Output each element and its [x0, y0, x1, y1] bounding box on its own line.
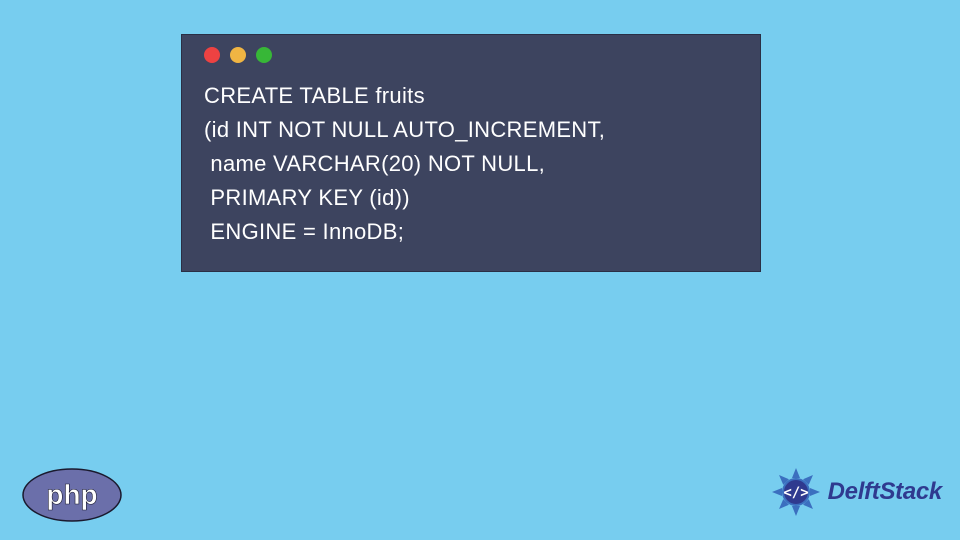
code-window: CREATE TABLE fruits (id INT NOT NULL AUT… [181, 34, 761, 272]
window-maximize-icon [256, 47, 272, 63]
svg-text:</>: </> [783, 485, 808, 501]
window-traffic-lights [182, 35, 760, 71]
delftstack-brand-text: DelftStack [828, 478, 942, 506]
php-logo-text: php [46, 479, 97, 510]
window-minimize-icon [230, 47, 246, 63]
delftstack-emblem-icon: </> [770, 466, 822, 518]
window-close-icon [204, 47, 220, 63]
delftstack-logo: </> DelftStack [770, 466, 942, 518]
code-block: CREATE TABLE fruits (id INT NOT NULL AUT… [182, 71, 760, 271]
php-logo-icon: php [22, 468, 122, 522]
